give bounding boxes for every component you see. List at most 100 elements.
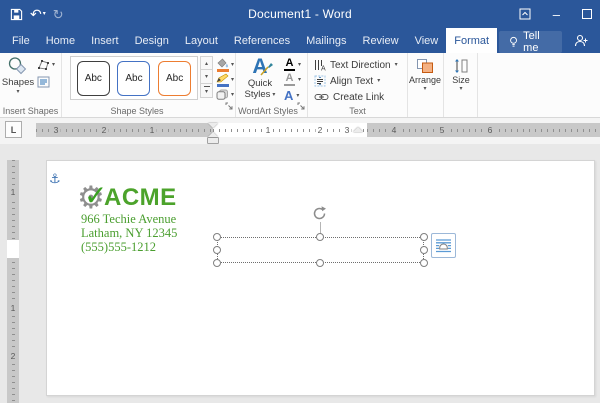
chain-link-icon [314,93,329,101]
text-effects-icon: A [284,91,293,101]
shapes-icon [6,56,30,76]
ribbon-tab-bar: File Home Insert Design Layout Reference… [0,28,600,53]
tab-format[interactable]: Format [446,28,497,53]
save-icon [10,8,23,21]
tab-design[interactable]: Design [127,28,177,53]
tab-mailings[interactable]: Mailings [298,28,354,53]
resize-handle-bottom-center[interactable] [316,259,324,267]
text-outline-bar [284,84,295,87]
brand-name: ACME [104,184,177,212]
shape-fill-button[interactable]: ▾ [216,58,234,71]
address-line: 966 Techie Avenue [81,212,177,226]
align-text-button[interactable]: Align Text ▾ [314,74,380,88]
address-block[interactable]: 966 Techie Avenue Latham, NY 12345 (555)… [81,212,177,254]
ribbon-group-insert-shapes: Shapes ▾ ▾ Insert Shapes [0,53,62,117]
shape-fill-icon [216,58,229,68]
gallery-scroll-down-button[interactable]: ▾ [200,70,213,84]
create-link-button[interactable]: Create Link [314,90,384,104]
ruler-number: 2 [100,125,109,135]
wordart-styles-dialog-launcher[interactable] [297,97,305,115]
gallery-scroll-up-button[interactable]: ▴ [200,56,213,70]
hanging-indent-marker[interactable] [208,132,218,137]
ruler-number: 1 [7,304,19,313]
resize-handle-bottom-right[interactable] [420,259,428,267]
redo-button[interactable]: ↻ [53,8,64,21]
shapes-button[interactable]: Shapes ▾ [3,56,33,108]
resize-handle-bottom-left[interactable] [213,259,221,267]
tab-view[interactable]: View [407,28,447,53]
rotation-handle[interactable] [311,205,328,222]
maximize-button[interactable] [582,9,592,19]
dropdown-caret-icon: ▾ [231,62,234,68]
resize-handle-top-right[interactable] [420,233,428,241]
wordart-quick-styles-icon: A [252,56,267,78]
tell-me-label: Tell me [523,30,552,54]
tab-insert[interactable]: Insert [83,28,127,53]
anchor-icon[interactable]: ⚓ [49,173,61,186]
text-outline-button[interactable]: A ▾ [284,73,301,86]
text-direction-button[interactable]: A Text Direction ▾ [314,58,398,72]
tell-me-box[interactable]: Tell me [499,31,562,53]
resize-handle-top-center[interactable] [316,233,324,241]
tab-file[interactable]: File [4,28,38,53]
tab-references[interactable]: References [226,28,298,53]
svg-text:A: A [321,66,326,72]
quick-styles-label-line2: Styles [245,89,271,100]
quick-styles-button[interactable]: A Quick Styles▾ [240,56,280,110]
title-bar: Document1 - Word ↶ ▾ ↻ – [0,0,600,28]
ruler-number: 2 [316,125,325,135]
draw-text-box-button[interactable] [37,76,50,88]
save-button[interactable] [10,8,23,21]
shape-fill-accent [217,69,229,72]
ruler-number: 5 [438,125,447,135]
gallery-more-button[interactable]: ▾ [200,84,213,98]
undo-button[interactable]: ↶ ▾ [30,7,46,21]
ribbon-group-text: A Text Direction ▾ Align Text ▾ Create L… [308,53,408,117]
indent-markers [207,123,219,145]
vertical-ruler[interactable]: 1 1 2 [7,160,19,403]
shape-outline-button[interactable]: ▾ [216,73,234,86]
dropdown-caret-icon: ▾ [377,78,380,84]
edit-shape-button[interactable]: ▾ [37,59,55,71]
dialog-launcher-icon [297,102,305,110]
minimize-button[interactable]: – [553,8,560,21]
dropdown-caret-icon: ▾ [16,89,19,95]
layout-options-button[interactable] [431,233,456,258]
dropdown-caret-icon: ▾ [298,62,301,68]
resize-handle-middle-right[interactable] [420,246,428,254]
shape-style-option-2[interactable]: Abc [117,61,150,96]
sign-in-button[interactable] [562,28,600,53]
text-direction-label: Text Direction [330,60,391,71]
rotate-icon [311,205,328,222]
size-button[interactable]: Size ▾ [445,56,477,112]
edit-shape-icon [37,59,50,71]
shape-style-option-3[interactable]: Abc [158,61,191,96]
text-box-icon [37,76,50,88]
left-indent-marker[interactable] [208,138,218,143]
first-line-indent-marker[interactable] [208,123,218,128]
layout-options-icon [435,238,452,254]
dropdown-caret-icon: ▾ [231,77,234,83]
ruler-right-margin [367,123,600,137]
ribbon-display-options-button[interactable] [519,8,531,20]
arrange-button[interactable]: Arrange ▾ [409,56,441,112]
horizontal-ruler[interactable]: 3 2 1 1 2 3 4 5 6 [36,123,600,137]
text-fill-button[interactable]: A ▾ [284,58,301,71]
right-indent-marker[interactable] [353,127,363,132]
resize-handle-top-left[interactable] [213,233,221,241]
ruler-zone: L 3 2 1 1 2 3 4 5 6 [0,118,600,144]
scroll-up-icon: ▴ [205,60,208,67]
shape-styles-dialog-launcher[interactable] [225,97,233,115]
resize-handle-middle-left[interactable] [213,246,221,254]
ruler-number: 1 [264,125,273,135]
tab-home[interactable]: Home [38,28,83,53]
document-page[interactable]: ⚓ ⚙ ✓ ACME 966 Techie Avenue Latham, NY … [46,160,595,396]
ruler-number: 3 [52,125,61,135]
redo-icon: ↻ [53,8,64,21]
shape-style-option-1[interactable]: Abc [77,61,110,96]
tab-layout[interactable]: Layout [177,28,226,53]
tab-selector-button[interactable]: L [5,121,22,138]
ribbon-group-size: Size ▾ [444,53,478,117]
tab-review[interactable]: Review [355,28,407,53]
size-icon [453,58,469,74]
